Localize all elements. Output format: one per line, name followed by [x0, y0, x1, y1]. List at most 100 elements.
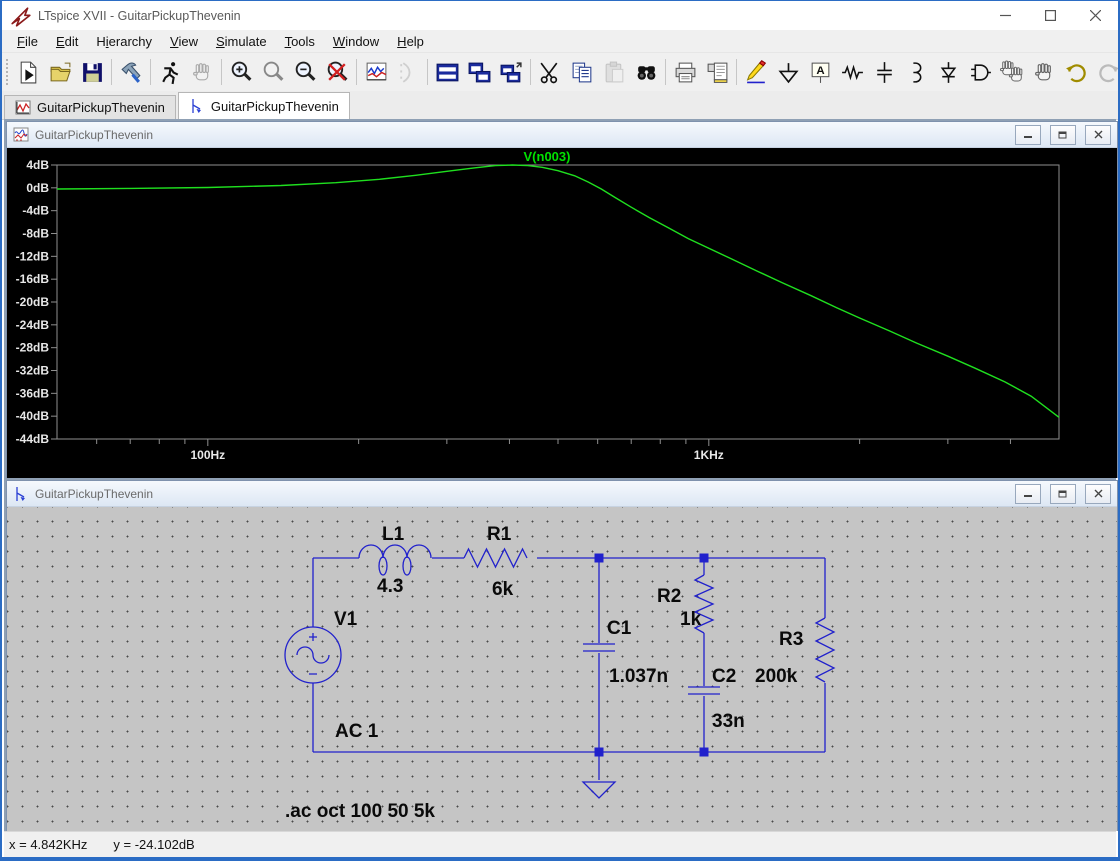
undo-icon[interactable]: [1060, 56, 1092, 88]
status-bar: x = 4.842KHz y = -24.102dB: [4, 831, 1116, 857]
waveform-restore-button[interactable]: [1050, 124, 1076, 145]
value-L1[interactable]: 4.3: [377, 576, 403, 597]
spice-directive[interactable]: .ac oct 100 50 5k: [285, 801, 435, 822]
waveform-plot-canvas[interactable]: 4dB 0dB -4dB -8dB -12dB -16dB -20dB -24dB -28dB -…: [7, 148, 1117, 478]
menu-hierarchy[interactable]: Hierarchy: [87, 32, 161, 51]
schematic-window-title: GuitarPickupThevenin: [35, 486, 154, 501]
zoom-out-icon[interactable]: [289, 56, 321, 88]
y-axis-label: -8dB: [22, 227, 49, 241]
value-C1[interactable]: 1.037n: [609, 666, 668, 687]
wire-icon[interactable]: [740, 56, 772, 88]
plot-settings-icon[interactable]: [360, 56, 392, 88]
spice-netlist-icon[interactable]: [392, 56, 424, 88]
schematic-canvas[interactable]: L1 4.3 R1 6k V1 AC 1 C1 1.037n R2 1k C2 …: [7, 507, 1117, 831]
value-V1[interactable]: AC 1: [335, 721, 379, 742]
value-R2[interactable]: 1k: [680, 609, 702, 630]
schematic-close-button[interactable]: [1085, 483, 1111, 504]
plot-frame: [56, 164, 1060, 440]
schematic-restore-button[interactable]: [1050, 483, 1076, 504]
value-R3[interactable]: 200k: [755, 666, 798, 687]
y-axis-label: -44dB: [16, 432, 50, 446]
toolbar-separator: [221, 59, 222, 85]
toolbar-grip[interactable]: [6, 59, 8, 85]
trace-v-n003: [56, 164, 1060, 418]
schematic-minimize-button[interactable]: [1015, 483, 1041, 504]
y-axis-label: -32dB: [16, 364, 50, 378]
capacitor-icon[interactable]: [868, 56, 900, 88]
label-net-icon[interactable]: A: [804, 56, 836, 88]
status-x-readout: x = 4.842KHz: [9, 837, 88, 852]
y-axis-label: 4dB: [26, 158, 49, 172]
print-icon[interactable]: [669, 56, 701, 88]
zoom-in-icon[interactable]: [225, 56, 257, 88]
inductor-icon[interactable]: [900, 56, 932, 88]
new-schematic-icon[interactable]: [12, 56, 44, 88]
tile-horizontal-icon[interactable]: [431, 56, 463, 88]
label-L1[interactable]: L1: [382, 524, 405, 545]
save-icon[interactable]: [76, 56, 108, 88]
print-preview-icon[interactable]: [701, 56, 733, 88]
tile-vertical-icon[interactable]: [463, 56, 495, 88]
find-icon[interactable]: [630, 56, 662, 88]
copy-icon[interactable]: [566, 56, 598, 88]
label-C2[interactable]: C2: [712, 666, 736, 687]
capacitor-C2[interactable]: [688, 686, 720, 695]
drag-icon[interactable]: [1028, 56, 1060, 88]
menu-help[interactable]: Help: [388, 32, 433, 51]
ground-icon[interactable]: [772, 56, 804, 88]
resistor-icon[interactable]: [836, 56, 868, 88]
redo-icon[interactable]: [1092, 56, 1118, 88]
diode-icon[interactable]: [932, 56, 964, 88]
toolbar: AE: [2, 52, 1118, 91]
waveform-close-button[interactable]: [1085, 124, 1111, 145]
minimize-button[interactable]: [983, 1, 1028, 30]
ground-symbol[interactable]: [581, 781, 617, 799]
resistor-R3[interactable]: [814, 617, 836, 683]
voltage-source-V1[interactable]: [284, 626, 342, 684]
inductor-L1[interactable]: [358, 544, 432, 576]
resistor-R1[interactable]: [463, 547, 528, 569]
zoom-fit-icon[interactable]: [321, 56, 353, 88]
halt-icon[interactable]: [186, 56, 218, 88]
tab-1[interactable]: GuitarPickupThevenin: [4, 95, 176, 119]
y-axis-label: 0dB: [26, 181, 49, 195]
waveform-window: GuitarPickupThevenin 4dB 0dB -4dB -8dB -12dB…: [6, 121, 1118, 478]
cascade-icon[interactable]: [495, 56, 527, 88]
menu-tools[interactable]: Tools: [276, 32, 324, 51]
tab-label: GuitarPickupThevenin: [37, 100, 165, 115]
schematic-tab-icon: [189, 98, 205, 114]
close-button[interactable]: [1073, 1, 1118, 30]
toolbar-separator: [356, 59, 357, 85]
label-R2[interactable]: R2: [657, 586, 681, 607]
zoom-back-icon[interactable]: [257, 56, 289, 88]
waveform-window-titlebar[interactable]: GuitarPickupThevenin: [7, 122, 1117, 148]
label-V1[interactable]: V1: [334, 609, 358, 630]
cut-icon[interactable]: [534, 56, 566, 88]
tab-bar: GuitarPickupThevenin GuitarPickupThevenin: [2, 91, 1118, 120]
component-icon[interactable]: [964, 56, 996, 88]
menu-edit[interactable]: Edit: [47, 32, 87, 51]
label-R1[interactable]: R1: [487, 524, 512, 545]
control-panel-icon[interactable]: [115, 56, 147, 88]
wire-junctions: [594, 553, 709, 757]
waveform-minimize-button[interactable]: [1015, 124, 1041, 145]
value-C2[interactable]: 33n: [712, 711, 745, 732]
maximize-button[interactable]: [1028, 1, 1073, 30]
paste-icon[interactable]: [598, 56, 630, 88]
window-title: LTspice XVII - GuitarPickupThevenin: [38, 8, 241, 23]
menu-view[interactable]: View: [161, 32, 207, 51]
move-icon[interactable]: [996, 56, 1028, 88]
menu-simulate[interactable]: Simulate: [207, 32, 276, 51]
open-icon[interactable]: [44, 56, 76, 88]
toolbar-separator: [736, 59, 737, 85]
waveform-window-title: GuitarPickupThevenin: [35, 127, 154, 142]
label-C1[interactable]: C1: [607, 618, 632, 639]
tab-2-active[interactable]: GuitarPickupThevenin: [177, 92, 350, 119]
capacitor-C1[interactable]: [583, 643, 615, 652]
run-icon[interactable]: [154, 56, 186, 88]
menu-window[interactable]: Window: [324, 32, 388, 51]
schematic-window-titlebar[interactable]: GuitarPickupThevenin: [7, 481, 1117, 507]
menu-file[interactable]: File: [8, 32, 47, 51]
value-R1[interactable]: 6k: [492, 579, 514, 600]
label-R3[interactable]: R3: [779, 629, 803, 650]
